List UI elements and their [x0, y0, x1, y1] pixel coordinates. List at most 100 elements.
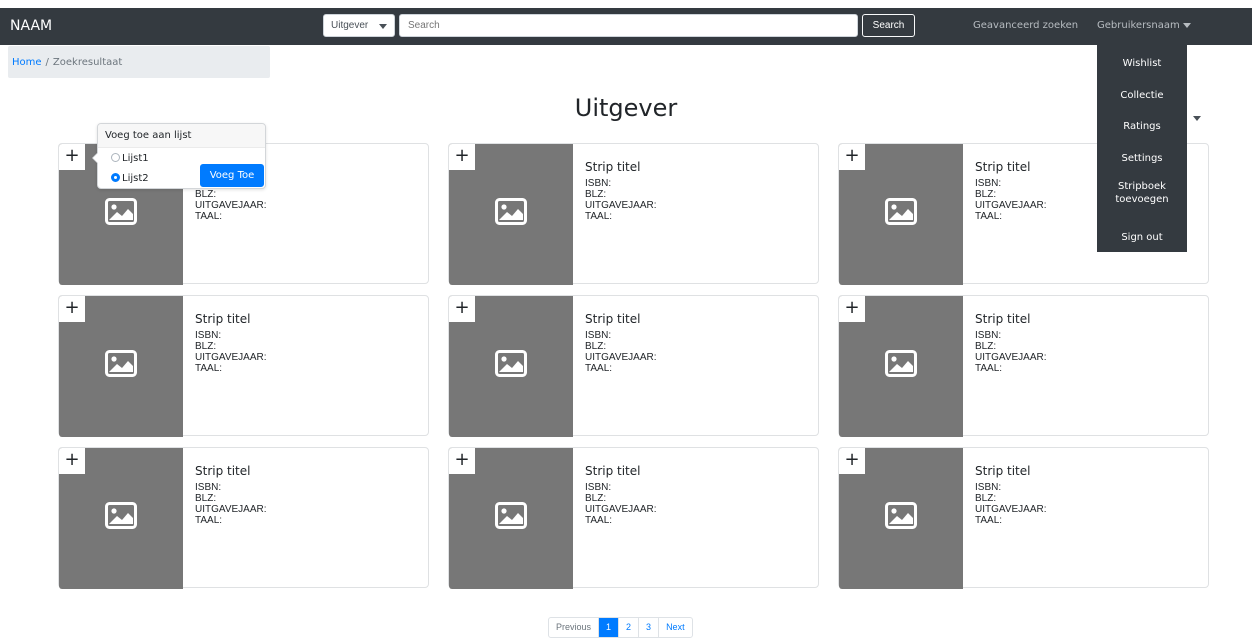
- top-navbar: NAAM Uitgever Search Geavanceerd zoeken …: [0, 8, 1252, 45]
- add-to-list-popover: Voeg toe aan lijst Lijst1 Lijst2 Voeg To…: [92, 123, 266, 189]
- card-title: Strip titel: [585, 160, 641, 174]
- card-title: Strip titel: [195, 464, 251, 478]
- card-body: Strip titel ISBN:BLZ:UITGAVEJAAR:TAAL:: [195, 464, 267, 526]
- card-isbn: ISBN:: [975, 482, 1002, 493]
- menu-item-wishlist[interactable]: Wishlist: [1097, 57, 1187, 70]
- comic-card[interactable]: + Strip titel ISBN:BLZ:UITGAVEJAAR:TAAL:: [448, 447, 819, 589]
- menu-item-stripboek-toevoegen[interactable]: Stripboek toevoegen: [1097, 180, 1187, 206]
- comic-card[interactable]: + Strip titel ISBN:BLZ:UITGAVEJAAR:TAAL:: [448, 143, 819, 285]
- comic-card[interactable]: + Strip titel ISBN:BLZ:UITGAVEJAAR:TAAL:: [58, 295, 429, 437]
- search-input[interactable]: [399, 14, 858, 37]
- comic-card[interactable]: + Strip titel ISBN:BLZ:UITGAVEJAAR:TAAL:: [58, 447, 429, 589]
- image-placeholder-icon: [495, 502, 527, 529]
- plus-icon[interactable]: +: [59, 448, 85, 474]
- card-isbn: ISBN:: [585, 482, 612, 493]
- card-blz: BLZ:: [195, 189, 217, 200]
- search-button[interactable]: Search: [862, 14, 915, 37]
- card-language: TAAL:: [975, 211, 1003, 222]
- breadcrumb-current: Zoekresultaat: [52, 57, 123, 68]
- radio-checked-icon[interactable]: [111, 173, 120, 182]
- plus-icon[interactable]: +: [449, 448, 475, 474]
- plus-icon[interactable]: +: [839, 448, 865, 474]
- card-year: UITGAVEJAAR:: [585, 200, 657, 211]
- comic-card[interactable]: + Strip titel ISBN:BLZ:UITGAVEJAAR:TAAL:: [838, 447, 1209, 589]
- list-option-lijst2[interactable]: Lijst2: [111, 173, 149, 184]
- image-placeholder-icon: [105, 198, 137, 225]
- pagination-next[interactable]: Next: [658, 618, 692, 637]
- list-option-lijst1[interactable]: Lijst1: [111, 153, 149, 164]
- add-to-list-button[interactable]: Voeg Toe: [200, 164, 264, 187]
- image-placeholder-icon: [495, 198, 527, 225]
- user-menu-toggle[interactable]: Gebruikersnaam: [1097, 20, 1191, 31]
- card-blz: BLZ:: [195, 493, 217, 504]
- breadcrumb-home-link[interactable]: Home: [12, 57, 42, 68]
- card-language: TAAL:: [195, 363, 223, 374]
- advanced-search-link[interactable]: Geavanceerd zoeken: [973, 20, 1078, 31]
- card-language: TAAL:: [195, 211, 223, 222]
- image-placeholder-icon: [885, 502, 917, 529]
- card-title: Strip titel: [195, 312, 251, 326]
- plus-icon[interactable]: +: [839, 296, 865, 322]
- pagination: Previous 1 2 3 Next: [548, 617, 693, 638]
- plus-icon[interactable]: +: [59, 144, 85, 170]
- card-language: TAAL:: [195, 515, 223, 526]
- card-year: UITGAVEJAAR:: [975, 352, 1047, 363]
- search-category-select[interactable]: Uitgever: [323, 14, 395, 37]
- breadcrumb: Home / Zoekresultaat: [8, 46, 270, 78]
- menu-item-ratings[interactable]: Ratings: [1097, 120, 1187, 133]
- card-isbn: ISBN:: [975, 330, 1002, 341]
- menu-item-settings[interactable]: Settings: [1097, 152, 1187, 165]
- plus-icon[interactable]: +: [839, 144, 865, 170]
- popover-title: Voeg toe aan lijst: [98, 124, 265, 148]
- radio-unchecked-icon[interactable]: [111, 153, 120, 162]
- card-blz: BLZ:: [585, 493, 607, 504]
- card-year: UITGAVEJAAR:: [975, 200, 1047, 211]
- card-blz: BLZ:: [975, 341, 997, 352]
- plus-icon[interactable]: +: [449, 144, 475, 170]
- breadcrumb-separator: /: [45, 57, 49, 68]
- menu-item-collectie[interactable]: Collectie: [1097, 89, 1187, 102]
- menu-item-sign-out[interactable]: Sign out: [1097, 231, 1187, 244]
- card-language: TAAL:: [975, 515, 1003, 526]
- card-blz: BLZ:: [975, 189, 997, 200]
- comic-card[interactable]: + Strip titel ISBN:BLZ:UITGAVEJAAR:TAAL:: [448, 295, 819, 437]
- pagination-previous[interactable]: Previous: [549, 618, 598, 637]
- image-placeholder-icon: [885, 350, 917, 377]
- popover-arrow: [92, 152, 98, 164]
- card-isbn: ISBN:: [195, 330, 222, 341]
- pagination-page-3[interactable]: 3: [638, 618, 658, 637]
- card-language: TAAL:: [585, 211, 613, 222]
- card-body: Strip titel ISBN:BLZ:UITGAVEJAAR:TAAL:: [585, 160, 657, 222]
- caret-down-icon: [1182, 22, 1191, 28]
- card-title: Strip titel: [975, 160, 1031, 174]
- card-title: Strip titel: [975, 464, 1031, 478]
- card-body: Strip titel ISBN:BLZ:UITGAVEJAAR:TAAL:: [195, 312, 267, 374]
- card-blz: BLZ:: [975, 493, 997, 504]
- card-blz: BLZ:: [585, 189, 607, 200]
- image-placeholder-icon: [105, 502, 137, 529]
- card-year: UITGAVEJAAR:: [585, 504, 657, 515]
- image-placeholder-icon: [495, 350, 527, 377]
- card-blz: BLZ:: [195, 341, 217, 352]
- plus-icon[interactable]: +: [449, 296, 475, 322]
- card-language: TAAL:: [585, 515, 613, 526]
- card-title: Strip titel: [585, 312, 641, 326]
- card-year: UITGAVEJAAR:: [195, 352, 267, 363]
- pagination-page-1[interactable]: 1: [598, 618, 619, 637]
- caret-down-icon[interactable]: [1193, 116, 1201, 121]
- image-placeholder-icon: [105, 350, 137, 377]
- comic-card[interactable]: + Strip titel ISBN:BLZ:UITGAVEJAAR:TAAL:: [838, 295, 1209, 437]
- search-category-value: Uitgever: [331, 20, 369, 31]
- card-language: TAAL:: [975, 363, 1003, 374]
- card-title: Strip titel: [585, 464, 641, 478]
- pagination-page-2[interactable]: 2: [618, 618, 638, 637]
- card-isbn: ISBN:: [585, 178, 612, 189]
- card-body: Strip titel ISBN:BLZ:UITGAVEJAAR:TAAL:: [975, 312, 1047, 374]
- card-year: UITGAVEJAAR:: [975, 504, 1047, 515]
- list-option-label: Lijst2: [122, 173, 149, 184]
- list-option-label: Lijst1: [122, 153, 149, 164]
- plus-icon[interactable]: +: [59, 296, 85, 322]
- brand-logo[interactable]: NAAM: [10, 18, 52, 34]
- card-year: UITGAVEJAAR:: [585, 352, 657, 363]
- card-year: UITGAVEJAAR:: [195, 504, 267, 515]
